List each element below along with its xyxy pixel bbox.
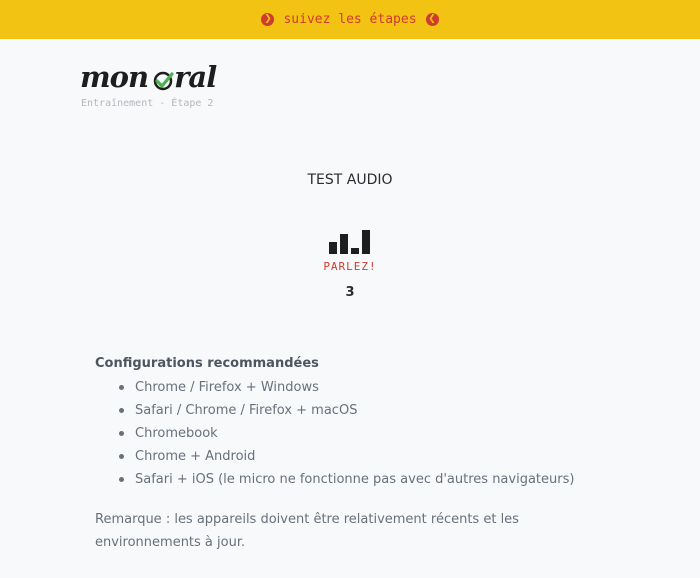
mon-oral-logo[interactable]: mon ral (80, 60, 217, 94)
list-item: Chrome / Firefox + Windows (95, 376, 574, 399)
chevron-circle-left-icon: ❮ (425, 13, 439, 26)
remark-text: Remarque : les appareils doivent être re… (95, 512, 519, 550)
list-item: Chrome + Android (95, 445, 574, 468)
list-item: Safari + iOS (le micro ne fonctionne pas… (95, 468, 574, 491)
chevron-circle-right-icon: ❯ (261, 13, 275, 26)
follow-steps-label: suivez les étapes (283, 12, 417, 27)
follow-steps-link[interactable]: ❯ suivez les étapes ❮ (261, 12, 439, 27)
check-o-icon (153, 71, 174, 91)
audio-level-icon (329, 230, 370, 254)
logo-text-mon: mon (80, 60, 149, 94)
recommended-config-list: Chrome / Firefox + Windows Safari / Chro… (95, 376, 574, 491)
speak-prompt: PARLEZ! (323, 260, 377, 273)
recommended-config-title: Configurations recommandées (95, 356, 319, 371)
countdown-number: 3 (345, 285, 355, 300)
list-item: Chromebook (95, 422, 574, 445)
list-item: Safari / Chrome / Firefox + macOS (95, 399, 574, 422)
audio-test-title: TEST AUDIO (307, 172, 393, 188)
step-subtitle: Entraînement - Étape 2 (81, 98, 214, 109)
logo-text-ral: ral (174, 60, 217, 94)
top-banner: ❯ suivez les étapes ❮ (0, 0, 700, 39)
